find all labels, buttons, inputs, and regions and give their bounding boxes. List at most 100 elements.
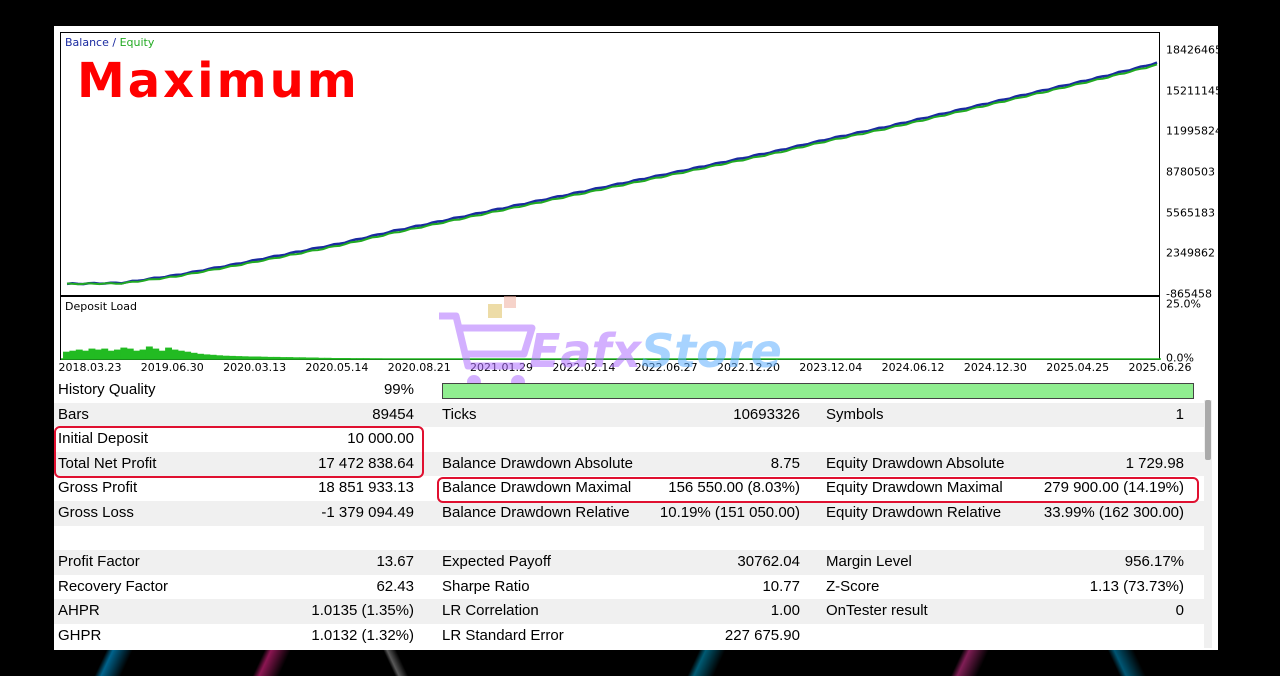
deposit-load-bar [184, 351, 192, 359]
stat-value: 956.17% [1124, 553, 1184, 571]
stat-label: Ticks [442, 405, 477, 423]
deposit-load-bar [69, 350, 77, 359]
x-tick-label: 2020.03.13 [223, 361, 287, 374]
stat-label: Balance Drawdown Relative [442, 504, 630, 521]
stats-row: Gross Loss -1 379 094.49 Balance Drawdown … [54, 501, 1204, 526]
deposit-load-bar [75, 349, 83, 359]
stat-label: Bars [58, 405, 89, 423]
stat-value: 33.99% (162 300.00) [1043, 504, 1184, 521]
deposit-load-bar [190, 352, 198, 359]
y-tick-label: 8780503 [1166, 165, 1215, 179]
stat-label: Gross Loss [58, 504, 134, 521]
stat-label: Equity Drawdown Relative [826, 504, 1002, 521]
stats-row: Profit Factor 13.67 Expected Payoff 30762.0… [54, 550, 1204, 575]
deposit-load-bar [171, 349, 179, 359]
y-tick-label: 15211145 [1166, 84, 1218, 98]
stat-value: 8.75 [770, 454, 800, 472]
stat-value: 13.67 [376, 553, 414, 571]
stat-label: LR Standard Error [442, 627, 564, 644]
stat-label: OnTester result [826, 602, 928, 620]
deposit-load-bar [120, 347, 128, 359]
deposit-load-plot [61, 346, 1161, 360]
x-tick-label: 2019.06.30 [140, 361, 204, 374]
stat-value: 1 [1175, 405, 1184, 423]
stat-label: Recovery Factor [58, 577, 169, 595]
deposit-load-bar [82, 350, 89, 359]
stat-value: 10.19% (151 050.00) [659, 504, 800, 521]
stat-value: 1 729.98 [1125, 454, 1184, 472]
deposit-load-bar [107, 350, 115, 359]
x-tick-label: 2020.05.14 [305, 361, 369, 374]
stat-value: 0 [1175, 602, 1184, 620]
stat-label: GHPR [58, 627, 102, 644]
x-tick-label: 2025.04.25 [1046, 361, 1110, 374]
overlay-title: Maximum [77, 53, 360, 109]
stat-value: 1.13 (73.73%) [1089, 577, 1184, 595]
stat-label: AHPR [58, 602, 100, 620]
scrollbar[interactable] [1204, 400, 1212, 648]
y-tick-label: 5565183 [1166, 206, 1215, 220]
scrollbar-thumb[interactable] [1205, 400, 1211, 460]
stats-row: Bars 89454 Ticks 10693326 Symbols 1 [54, 402, 1204, 428]
deposit-load-bar [126, 348, 134, 359]
stat-value: 1.00 [770, 602, 800, 620]
x-tick-label: 2025.06.26 [1128, 361, 1192, 374]
highlight-deposit-profit [54, 426, 424, 478]
x-tick-label: 2024.06.12 [881, 361, 945, 374]
deposit-load-title: Deposit Load [65, 300, 137, 313]
stat-label: Expected Payoff [442, 553, 551, 571]
deposit-load-bar [63, 351, 70, 359]
deposit-load-bar [133, 350, 141, 359]
stat-value: 89454 [372, 405, 414, 423]
deposit-load-bar [158, 350, 166, 359]
stats-row: GHPR 1.0132 (1.32%) LR Standard Error 227 6… [54, 624, 1204, 649]
x-tick-label: 2024.12.30 [963, 361, 1027, 374]
stat-label: Sharpe Ratio [442, 577, 530, 595]
history-quality-value: 99% [383, 381, 414, 398]
history-quality-label: History Quality [58, 381, 156, 398]
y-tick-label: 11995824 [1166, 124, 1218, 138]
stat-value: -1 379 094.49 [321, 504, 414, 521]
stat-label: Profit Factor [58, 553, 140, 571]
stat-value: 18 851 933.13 [318, 479, 414, 497]
stat-value: 10.77 [762, 577, 800, 595]
deposit-load-bar [152, 348, 160, 359]
highlight-drawdown-maximal [437, 477, 1199, 503]
x-tick-label: 2018.03.23 [58, 361, 122, 374]
x-tick-label: 2022.06.27 [634, 361, 698, 374]
deposit-load-bar [114, 349, 121, 359]
stats-row [54, 526, 1204, 551]
stat-label: Balance Drawdown Absolute [442, 454, 633, 472]
stat-value: 1.0132 (1.32%) [311, 627, 414, 644]
stat-label: Symbols [826, 405, 884, 423]
y-tick-label: 2349862 [1166, 246, 1215, 260]
stats-row: AHPR 1.0135 (1.35%) LR Correlation 1.00 OnTe… [54, 599, 1204, 624]
deposit-load-bar [177, 350, 185, 359]
stat-value: 30762.04 [737, 553, 800, 571]
stat-label: Margin Level [826, 553, 912, 571]
stat-label: Equity Drawdown Absolute [826, 454, 1005, 472]
deposit-load-bar [145, 346, 153, 359]
stat-value: 227 675.90 [724, 627, 800, 644]
deposit-ytick-top: 25.0% [1166, 297, 1201, 311]
x-tick-label: 2021.01.29 [470, 361, 534, 374]
stat-label: Z-Score [826, 577, 880, 595]
deposit-load-bar [165, 347, 172, 359]
stat-label: Gross Profit [58, 479, 138, 497]
x-tick-label: 2023.12.04 [799, 361, 863, 374]
x-tick-label: 2022.12.20 [716, 361, 780, 374]
deposit-load-bar [197, 353, 204, 359]
deposit-load-bar [88, 348, 96, 359]
deposit-load-bar [101, 348, 109, 359]
deposit-load-bar [139, 349, 147, 359]
stat-label: LR Correlation [442, 602, 539, 620]
tester-report: Balance / Equity Maximum 18426465 1521114… [54, 26, 1218, 650]
history-quality-bar [442, 383, 1194, 399]
stat-value: 1.0135 (1.35%) [311, 602, 414, 620]
y-tick-label: 18426465 [1166, 43, 1218, 57]
stat-value: 10693326 [733, 405, 800, 423]
deposit-load-chart: Deposit Load [60, 296, 1161, 360]
x-tick-label: 2020.08.21 [387, 361, 451, 374]
balance-equity-chart: Balance / Equity Maximum [60, 32, 1160, 296]
stats-row: Recovery Factor 62.43 Sharpe Ratio 10.77 Z-S… [54, 575, 1204, 600]
